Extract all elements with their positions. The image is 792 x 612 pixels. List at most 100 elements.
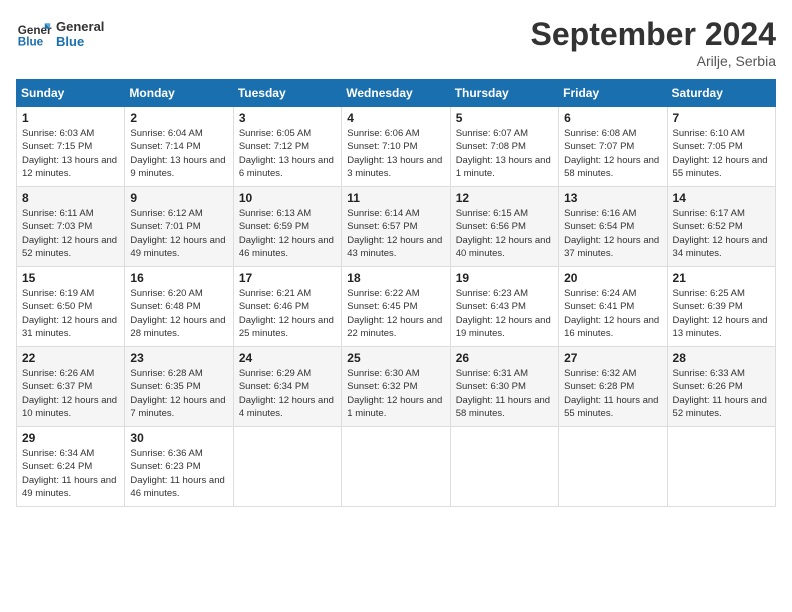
- weekday-header-tuesday: Tuesday: [233, 80, 341, 107]
- title-block: September 2024 Arilje, Serbia: [531, 16, 776, 69]
- day-number: 19: [456, 271, 553, 285]
- calendar-cell: 17 Sunrise: 6:21 AMSunset: 6:46 PMDaylig…: [233, 267, 341, 347]
- day-number: 4: [347, 111, 444, 125]
- week-row-4: 22 Sunrise: 6:26 AMSunset: 6:37 PMDaylig…: [17, 347, 776, 427]
- calendar-cell: 30 Sunrise: 6:36 AMSunset: 6:23 PMDaylig…: [125, 427, 233, 507]
- calendar-cell: 22 Sunrise: 6:26 AMSunset: 6:37 PMDaylig…: [17, 347, 125, 427]
- day-number: 26: [456, 351, 553, 365]
- weekday-header-thursday: Thursday: [450, 80, 558, 107]
- day-number: 5: [456, 111, 553, 125]
- day-info: Sunrise: 6:08 AMSunset: 7:07 PMDaylight:…: [564, 128, 659, 179]
- calendar-cell: 15 Sunrise: 6:19 AMSunset: 6:50 PMDaylig…: [17, 267, 125, 347]
- day-info: Sunrise: 6:04 AMSunset: 7:14 PMDaylight:…: [130, 128, 225, 179]
- day-number: 27: [564, 351, 661, 365]
- calendar-cell: 27 Sunrise: 6:32 AMSunset: 6:28 PMDaylig…: [559, 347, 667, 427]
- calendar-cell: 18 Sunrise: 6:22 AMSunset: 6:45 PMDaylig…: [342, 267, 450, 347]
- week-row-2: 8 Sunrise: 6:11 AMSunset: 7:03 PMDayligh…: [17, 187, 776, 267]
- calendar-cell: 28 Sunrise: 6:33 AMSunset: 6:26 PMDaylig…: [667, 347, 775, 427]
- day-info: Sunrise: 6:11 AMSunset: 7:03 PMDaylight:…: [22, 208, 117, 259]
- day-number: 24: [239, 351, 336, 365]
- day-number: 15: [22, 271, 119, 285]
- calendar-cell: 20 Sunrise: 6:24 AMSunset: 6:41 PMDaylig…: [559, 267, 667, 347]
- day-number: 20: [564, 271, 661, 285]
- calendar-cell: 8 Sunrise: 6:11 AMSunset: 7:03 PMDayligh…: [17, 187, 125, 267]
- day-info: Sunrise: 6:23 AMSunset: 6:43 PMDaylight:…: [456, 288, 551, 339]
- day-number: 8: [22, 191, 119, 205]
- day-number: 18: [347, 271, 444, 285]
- weekday-header-friday: Friday: [559, 80, 667, 107]
- day-number: 12: [456, 191, 553, 205]
- calendar-cell: [450, 427, 558, 507]
- calendar-cell: 14 Sunrise: 6:17 AMSunset: 6:52 PMDaylig…: [667, 187, 775, 267]
- calendar-cell: [667, 427, 775, 507]
- calendar-cell: [342, 427, 450, 507]
- day-number: 14: [673, 191, 770, 205]
- day-info: Sunrise: 6:16 AMSunset: 6:54 PMDaylight:…: [564, 208, 659, 259]
- location-subtitle: Arilje, Serbia: [531, 53, 776, 69]
- weekday-header-monday: Monday: [125, 80, 233, 107]
- day-number: 25: [347, 351, 444, 365]
- logo-general-text: General: [56, 19, 104, 34]
- day-info: Sunrise: 6:19 AMSunset: 6:50 PMDaylight:…: [22, 288, 117, 339]
- day-number: 29: [22, 431, 119, 445]
- day-info: Sunrise: 6:21 AMSunset: 6:46 PMDaylight:…: [239, 288, 334, 339]
- calendar-cell: 29 Sunrise: 6:34 AMSunset: 6:24 PMDaylig…: [17, 427, 125, 507]
- logo-icon: General Blue: [16, 16, 52, 52]
- day-number: 3: [239, 111, 336, 125]
- page-header: General Blue General Blue September 2024…: [16, 16, 776, 69]
- calendar-cell: 4 Sunrise: 6:06 AMSunset: 7:10 PMDayligh…: [342, 107, 450, 187]
- calendar-cell: 6 Sunrise: 6:08 AMSunset: 7:07 PMDayligh…: [559, 107, 667, 187]
- day-info: Sunrise: 6:29 AMSunset: 6:34 PMDaylight:…: [239, 368, 334, 419]
- calendar-cell: 2 Sunrise: 6:04 AMSunset: 7:14 PMDayligh…: [125, 107, 233, 187]
- calendar-cell: [559, 427, 667, 507]
- day-number: 13: [564, 191, 661, 205]
- week-row-3: 15 Sunrise: 6:19 AMSunset: 6:50 PMDaylig…: [17, 267, 776, 347]
- calendar-cell: 11 Sunrise: 6:14 AMSunset: 6:57 PMDaylig…: [342, 187, 450, 267]
- logo-blue-text: Blue: [56, 34, 104, 49]
- day-info: Sunrise: 6:26 AMSunset: 6:37 PMDaylight:…: [22, 368, 117, 419]
- day-info: Sunrise: 6:15 AMSunset: 6:56 PMDaylight:…: [456, 208, 551, 259]
- calendar-cell: 13 Sunrise: 6:16 AMSunset: 6:54 PMDaylig…: [559, 187, 667, 267]
- calendar-cell: 26 Sunrise: 6:31 AMSunset: 6:30 PMDaylig…: [450, 347, 558, 427]
- day-info: Sunrise: 6:12 AMSunset: 7:01 PMDaylight:…: [130, 208, 225, 259]
- day-number: 22: [22, 351, 119, 365]
- day-info: Sunrise: 6:34 AMSunset: 6:24 PMDaylight:…: [22, 448, 116, 499]
- day-info: Sunrise: 6:13 AMSunset: 6:59 PMDaylight:…: [239, 208, 334, 259]
- day-number: 1: [22, 111, 119, 125]
- month-title: September 2024: [531, 16, 776, 53]
- calendar-cell: 19 Sunrise: 6:23 AMSunset: 6:43 PMDaylig…: [450, 267, 558, 347]
- day-info: Sunrise: 6:31 AMSunset: 6:30 PMDaylight:…: [456, 368, 550, 419]
- day-info: Sunrise: 6:20 AMSunset: 6:48 PMDaylight:…: [130, 288, 225, 339]
- week-row-5: 29 Sunrise: 6:34 AMSunset: 6:24 PMDaylig…: [17, 427, 776, 507]
- day-info: Sunrise: 6:22 AMSunset: 6:45 PMDaylight:…: [347, 288, 442, 339]
- week-row-1: 1 Sunrise: 6:03 AMSunset: 7:15 PMDayligh…: [17, 107, 776, 187]
- weekday-header-row: SundayMondayTuesdayWednesdayThursdayFrid…: [17, 80, 776, 107]
- day-info: Sunrise: 6:33 AMSunset: 6:26 PMDaylight:…: [673, 368, 767, 419]
- weekday-header-sunday: Sunday: [17, 80, 125, 107]
- calendar-cell: 1 Sunrise: 6:03 AMSunset: 7:15 PMDayligh…: [17, 107, 125, 187]
- day-number: 11: [347, 191, 444, 205]
- day-info: Sunrise: 6:36 AMSunset: 6:23 PMDaylight:…: [130, 448, 224, 499]
- calendar-cell: 16 Sunrise: 6:20 AMSunset: 6:48 PMDaylig…: [125, 267, 233, 347]
- calendar-cell: 24 Sunrise: 6:29 AMSunset: 6:34 PMDaylig…: [233, 347, 341, 427]
- weekday-header-saturday: Saturday: [667, 80, 775, 107]
- day-info: Sunrise: 6:32 AMSunset: 6:28 PMDaylight:…: [564, 368, 658, 419]
- day-info: Sunrise: 6:30 AMSunset: 6:32 PMDaylight:…: [347, 368, 442, 419]
- calendar-cell: [233, 427, 341, 507]
- calendar-cell: 25 Sunrise: 6:30 AMSunset: 6:32 PMDaylig…: [342, 347, 450, 427]
- day-number: 30: [130, 431, 227, 445]
- day-number: 23: [130, 351, 227, 365]
- logo: General Blue General Blue: [16, 16, 104, 52]
- day-info: Sunrise: 6:24 AMSunset: 6:41 PMDaylight:…: [564, 288, 659, 339]
- day-info: Sunrise: 6:17 AMSunset: 6:52 PMDaylight:…: [673, 208, 768, 259]
- day-number: 16: [130, 271, 227, 285]
- day-info: Sunrise: 6:10 AMSunset: 7:05 PMDaylight:…: [673, 128, 768, 179]
- day-info: Sunrise: 6:25 AMSunset: 6:39 PMDaylight:…: [673, 288, 768, 339]
- weekday-header-wednesday: Wednesday: [342, 80, 450, 107]
- day-number: 6: [564, 111, 661, 125]
- calendar-cell: 12 Sunrise: 6:15 AMSunset: 6:56 PMDaylig…: [450, 187, 558, 267]
- day-number: 21: [673, 271, 770, 285]
- day-number: 9: [130, 191, 227, 205]
- day-info: Sunrise: 6:06 AMSunset: 7:10 PMDaylight:…: [347, 128, 442, 179]
- day-info: Sunrise: 6:07 AMSunset: 7:08 PMDaylight:…: [456, 128, 551, 179]
